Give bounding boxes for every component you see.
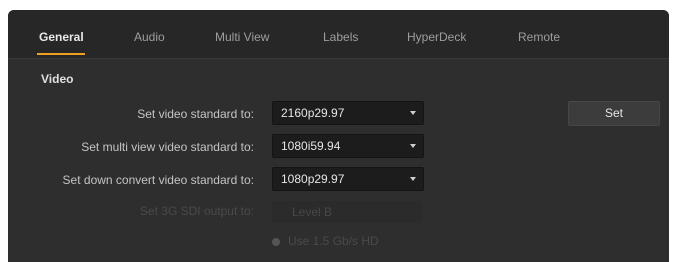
tab-remote[interactable]: Remote	[518, 30, 560, 44]
video-standard-value: 2160p29.97	[281, 106, 345, 120]
active-tab-indicator	[37, 53, 85, 55]
multi-view-standard-dropdown[interactable]: 1080i59.94	[272, 134, 424, 158]
tab-audio[interactable]: Audio	[134, 30, 165, 44]
hd-rate-option: Use 1.5 Gb/s HD	[272, 234, 379, 248]
radio-icon	[272, 237, 280, 246]
video-standard-dropdown[interactable]: 2160p29.97	[272, 101, 424, 125]
video-standard-label: Set video standard to:	[137, 107, 254, 121]
set-button[interactable]: Set	[568, 101, 660, 126]
tab-bar: General Audio Multi View Labels HyperDec…	[8, 10, 669, 59]
sdi-output-label: Set 3G SDI output to:	[139, 204, 254, 218]
tab-multi-view[interactable]: Multi View	[215, 30, 269, 44]
chevron-down-icon	[410, 144, 416, 148]
down-convert-standard-label: Set down convert video standard to:	[62, 173, 254, 187]
settings-window: General Audio Multi View Labels HyperDec…	[8, 10, 669, 262]
down-convert-standard-value: 1080p29.97	[281, 172, 345, 186]
down-convert-standard-dropdown[interactable]: 1080p29.97	[272, 167, 424, 191]
chevron-down-icon	[410, 177, 416, 181]
tab-general[interactable]: General	[39, 30, 84, 44]
sdi-output-value: Level B	[292, 205, 333, 219]
sdi-output-dropdown: Level B	[272, 201, 422, 223]
chevron-down-icon	[410, 111, 416, 115]
tab-labels[interactable]: Labels	[323, 30, 358, 44]
tab-hyperdeck[interactable]: HyperDeck	[407, 30, 466, 44]
video-section-title: Video	[41, 72, 74, 86]
hd-rate-option-label: Use 1.5 Gb/s HD	[288, 234, 379, 248]
multi-view-standard-label: Set multi view video standard to:	[81, 140, 254, 154]
multi-view-standard-value: 1080i59.94	[281, 139, 341, 153]
